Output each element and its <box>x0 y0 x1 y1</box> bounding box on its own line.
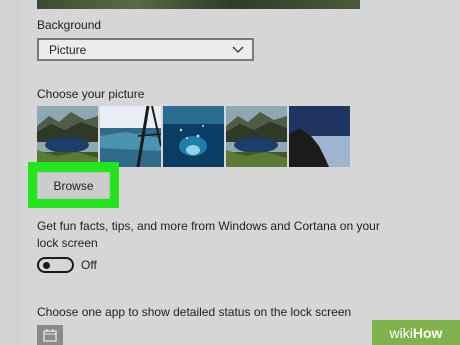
status-app-button[interactable] <box>37 325 63 345</box>
background-label: Background <box>37 18 102 32</box>
watermark-wiki: wiki <box>389 324 413 341</box>
watermark-how: How <box>412 324 443 341</box>
lock-screen-preview <box>37 0 360 9</box>
chevron-down-icon <box>232 46 244 53</box>
toggle-knob <box>43 262 50 269</box>
picture-thumbnail[interactable] <box>37 106 98 167</box>
calendar-icon <box>43 329 57 342</box>
status-app-label: Choose one app to show detailed status o… <box>37 305 352 319</box>
browse-button[interactable]: Browse <box>37 172 110 199</box>
picture-thumbnail[interactable] <box>163 106 224 167</box>
fun-facts-label: Get fun facts, tips, and more from Windo… <box>37 219 380 250</box>
left-strip <box>0 0 22 345</box>
wikihow-watermark: wiki How <box>372 320 460 345</box>
background-dropdown-value: Picture <box>49 42 87 57</box>
background-dropdown[interactable]: Picture <box>37 38 254 61</box>
fun-facts-toggle[interactable] <box>37 257 74 273</box>
picture-thumbnail[interactable] <box>226 106 287 167</box>
toggle-state-label: Off <box>81 258 97 272</box>
picture-thumbnail[interactable] <box>100 106 161 167</box>
picture-thumbnail[interactable] <box>289 106 350 167</box>
choose-picture-label: Choose your picture <box>37 87 145 101</box>
